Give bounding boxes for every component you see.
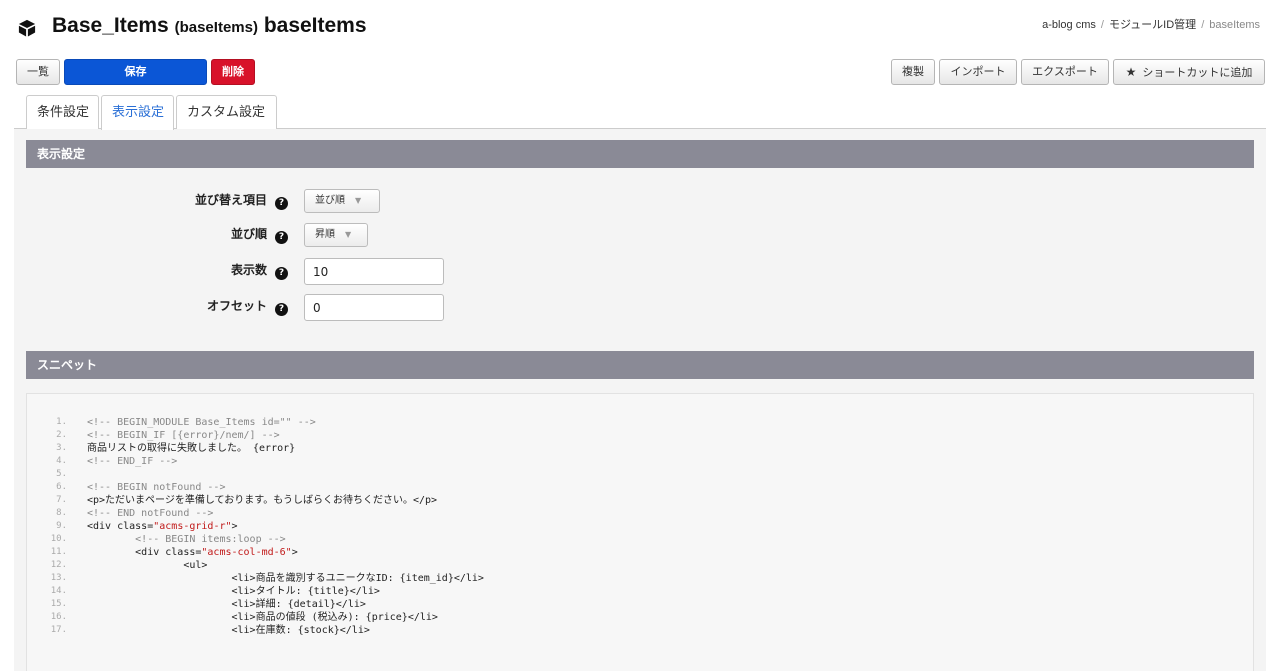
page-header: Base_Items (baseItems) baseItems a-blog … <box>0 0 1280 56</box>
sort-order-select[interactable]: 昇順 ▼ <box>304 223 368 247</box>
breadcrumb-module-id-link[interactable]: モジュールID管理 <box>1109 19 1196 31</box>
list-button[interactable]: 一覧 <box>16 59 60 85</box>
export-button[interactable]: エクスポート <box>1021 59 1109 85</box>
snippet-code-box[interactable]: 1. <!-- BEGIN_MODULE Base_Items id="" -->… <box>26 393 1254 671</box>
code-text: 商品リストの取得に失敗しました。 {error} <box>87 443 296 454</box>
line-number: 11. <box>50 547 67 557</box>
add-shortcut-label: ショートカットに追加 <box>1142 66 1253 79</box>
line-number: 1. <box>56 417 67 427</box>
line-number: 12. <box>50 560 67 570</box>
offset-input[interactable] <box>304 294 444 321</box>
limit-label: 表示数? <box>28 261 288 280</box>
sort-order-label: 並び順? <box>28 225 288 244</box>
question-circle-icon[interactable]: ? <box>275 231 288 244</box>
sort-item-label: 並び替え項目? <box>28 191 288 210</box>
line-number: 16. <box>50 612 67 622</box>
line-number: 14. <box>50 586 67 596</box>
line-number: 2. <box>56 430 67 440</box>
offset-label: オフセット? <box>28 297 288 316</box>
display-settings-heading: 表示設定 <box>26 140 1254 168</box>
code-text: <li>商品の値段 (税込み): {price}</li> <box>87 612 438 623</box>
code-text: <div class="acms-col-md-6"> <box>87 547 298 558</box>
code-text: <ul> <box>87 560 208 571</box>
code-text: <p>ただいまページを準備しております。もうしばらくお待ちください。</p> <box>87 495 438 506</box>
code-text: <li>商品を識別するユニークなID: {item_id}</li> <box>87 573 484 584</box>
sort-item-value: 並び順 <box>315 195 345 206</box>
code-text: <!-- BEGIN_IF [{error}/nem/] --> <box>87 430 280 441</box>
breadcrumb-current: baseItems <box>1209 19 1260 31</box>
line-number: 10. <box>50 534 67 544</box>
star-icon: ★ <box>1125 65 1137 79</box>
delete-button[interactable]: 削除 <box>211 59 255 85</box>
add-shortcut-button[interactable]: ★ ショートカットに追加 <box>1113 59 1265 85</box>
breadcrumb-separator: / <box>1100 19 1104 31</box>
save-button[interactable]: 保存 <box>64 59 207 85</box>
settings-panel: 表示設定 並び替え項目? 並び順 ▼ 並び順? 昇順 ▼ 表示数? オフセット? ス… <box>14 129 1266 671</box>
question-circle-icon[interactable]: ? <box>275 267 288 280</box>
line-number: 6. <box>56 482 67 492</box>
question-circle-icon[interactable]: ? <box>275 303 288 316</box>
code-text: <!-- BEGIN items:loop --> <box>87 534 286 545</box>
limit-label-text: 表示数 <box>230 263 267 277</box>
sort-order-value: 昇順 <box>315 229 335 240</box>
line-number: 15. <box>50 599 67 609</box>
line-number: 9. <box>56 521 67 531</box>
tab-display[interactable]: 表示設定 <box>101 95 174 130</box>
tab-conditions[interactable]: 条件設定 <box>26 95 99 130</box>
code-text: <li>タイトル: {title}</li> <box>87 586 380 597</box>
duplicate-button[interactable]: 複製 <box>891 59 935 85</box>
sort-item-label-text: 並び替え項目 <box>194 193 267 207</box>
code-text: <!-- BEGIN notFound --> <box>87 482 226 493</box>
sort-item-select[interactable]: 並び順 ▼ <box>304 189 380 213</box>
question-circle-icon[interactable]: ? <box>275 197 288 210</box>
tab-custom[interactable]: カスタム設定 <box>176 95 277 130</box>
code-text: <li>在庫数: {stock}</li> <box>87 625 370 636</box>
line-number: 17. <box>50 625 67 635</box>
breadcrumb-home-link[interactable]: a-blog cms <box>1042 19 1096 31</box>
title-main: Base_Items <box>52 14 169 37</box>
line-number: 4. <box>56 456 67 466</box>
code-text: <li>詳細: {detail}</li> <box>87 599 366 610</box>
cube-icon <box>18 19 36 37</box>
code-text: <!-- END_IF --> <box>87 456 178 467</box>
snippet-heading: スニペット <box>26 351 1254 379</box>
import-button[interactable]: インポート <box>939 59 1017 85</box>
title-paren: (baseItems) <box>174 19 258 36</box>
line-number: 5. <box>56 469 67 479</box>
code-text: <div class="acms-grid-r"> <box>87 521 238 532</box>
breadcrumb: a-blog cms / モジュールID管理 / baseItems <box>1042 16 1260 32</box>
line-number: 8. <box>56 508 67 518</box>
code-text: <!-- BEGIN_MODULE Base_Items id="" --> <box>87 417 316 428</box>
offset-label-text: オフセット <box>206 299 267 313</box>
caret-down-icon: ▼ <box>345 230 352 239</box>
sort-order-label-text: 並び順 <box>230 227 267 241</box>
line-number: 7. <box>56 495 67 505</box>
breadcrumb-separator: / <box>1201 19 1205 31</box>
line-number: 13. <box>50 573 67 583</box>
code-text: <!-- END notFound --> <box>87 508 214 519</box>
line-number: 3. <box>56 443 67 453</box>
page-title: Base_Items (baseItems) baseItems <box>52 14 367 38</box>
title-id: baseItems <box>263 14 367 37</box>
caret-down-icon: ▼ <box>355 196 362 205</box>
limit-input[interactable] <box>304 258 444 285</box>
